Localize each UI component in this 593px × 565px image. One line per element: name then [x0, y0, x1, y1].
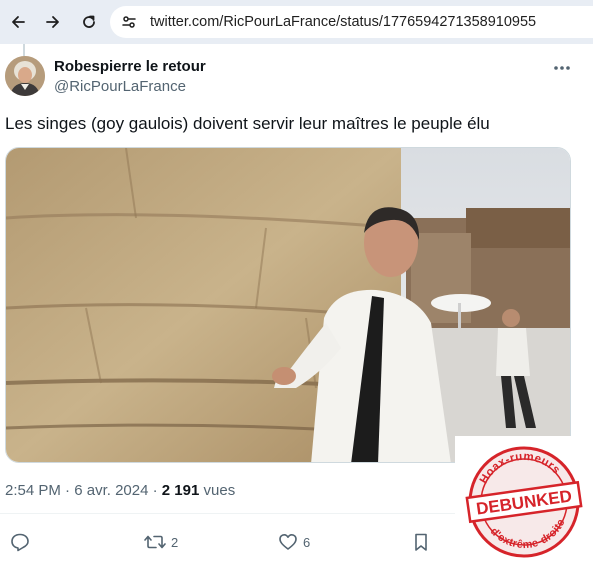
thread-line	[23, 44, 25, 56]
meta-separator: ·	[152, 482, 158, 499]
reload-icon	[83, 15, 95, 28]
views-label: vues	[203, 482, 236, 499]
tune-icon	[122, 16, 136, 28]
url-text: twitter.com/RicPourLaFrance/status/17765…	[150, 14, 537, 30]
arrow-left-icon	[12, 16, 25, 28]
site-info-button[interactable]	[118, 11, 140, 33]
like-button[interactable]: 6	[278, 530, 310, 554]
browser-toolbar: twitter.com/RicPourLaFrance/status/17765…	[0, 0, 593, 44]
reply-icon	[11, 533, 29, 552]
bookmark-button[interactable]	[412, 530, 430, 554]
avatar-portrait-image	[5, 56, 45, 96]
tweet-date[interactable]: 6 avr. 2024	[74, 482, 148, 499]
retweet-button[interactable]: 2	[144, 530, 178, 554]
meta-separator: ·	[65, 482, 71, 499]
tweet-text: Les singes (goy gaulois) doivent servir …	[5, 114, 490, 133]
avatar[interactable]	[5, 56, 45, 96]
wall-photo-image	[6, 148, 570, 462]
more-options-button[interactable]	[550, 60, 574, 76]
address-bar[interactable]: twitter.com/RicPourLaFrance/status/17765…	[110, 6, 593, 38]
reply-button[interactable]	[10, 530, 35, 554]
debunked-stamp: Hoax-rumeurs d'extrême-droite DEBUNKED	[455, 436, 593, 565]
author-name[interactable]: Robespierre le retour	[54, 58, 206, 75]
debunked-stamp-graphic: Hoax-rumeurs d'extrême-droite DEBUNKED	[455, 436, 593, 565]
tweet-meta: 2:54 PM · 6 avr. 2024 · 2 191 vues	[5, 482, 235, 499]
retweet-icon	[144, 535, 166, 549]
bookmark-icon	[415, 533, 427, 551]
retweet-count: 2	[171, 534, 179, 550]
heart-icon	[279, 534, 297, 550]
back-button[interactable]	[5, 9, 31, 35]
views-count: 2 191	[161, 482, 200, 499]
author-handle[interactable]: @RicPourLaFrance	[54, 78, 186, 95]
tweet-photo[interactable]	[5, 147, 571, 463]
more-horizontal-icon	[554, 66, 570, 70]
arrow-right-icon	[46, 16, 59, 28]
tweet-time[interactable]: 2:54 PM	[5, 482, 61, 499]
forward-button[interactable]	[40, 9, 66, 35]
like-count: 6	[303, 534, 311, 550]
reload-button[interactable]	[76, 9, 102, 35]
